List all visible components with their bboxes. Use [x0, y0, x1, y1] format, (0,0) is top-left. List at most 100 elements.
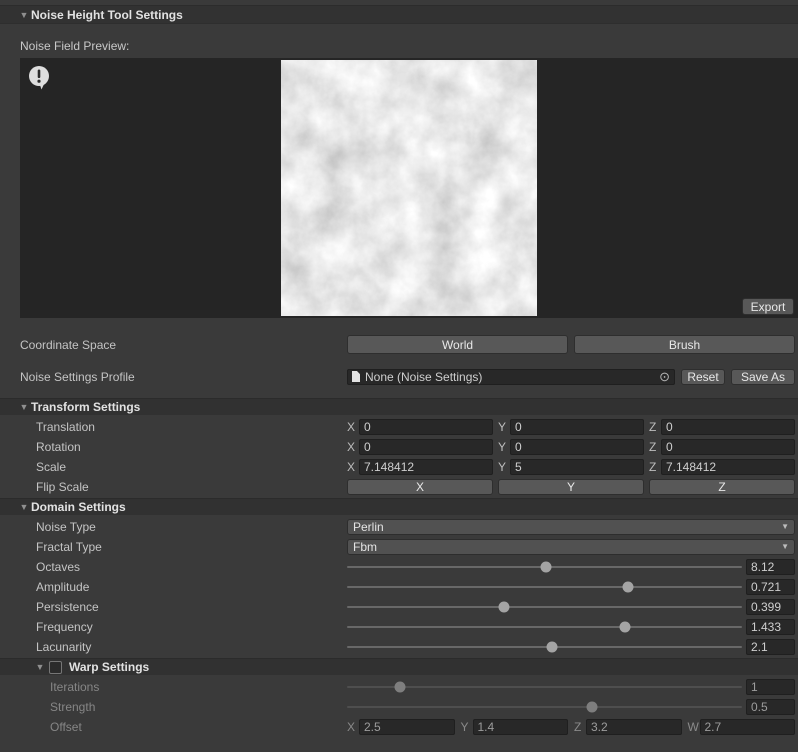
z-axis-prefix: Z [649, 420, 661, 434]
warp-settings-header: Warp Settings [69, 660, 149, 674]
rotation-x-field[interactable]: 0 [359, 439, 493, 455]
octaves-value-field[interactable]: 8.12 [746, 559, 795, 575]
domain-settings-header: Domain Settings [31, 500, 126, 514]
panel-header-foldout[interactable]: ▼ Noise Height Tool Settings [0, 5, 798, 24]
lacunarity-value-field[interactable]: 2.1 [746, 639, 795, 655]
object-field-value: None (Noise Settings) [365, 370, 482, 384]
persistence-label: Persistence [0, 600, 347, 614]
fractal-type-label: Fractal Type [0, 540, 347, 554]
slider-knob[interactable] [547, 642, 558, 653]
rotation-label: Rotation [0, 440, 347, 454]
x-axis-prefix: X [347, 460, 359, 474]
panel-title: Noise Height Tool Settings [31, 8, 183, 22]
transform-settings-foldout[interactable]: ▼ Transform Settings [0, 398, 798, 415]
object-picker-icon[interactable]: ⊙ [659, 370, 670, 383]
coordinate-space-world-button[interactable]: World [347, 335, 568, 354]
noise-settings-object-field[interactable]: None (Noise Settings) ⊙ [347, 369, 675, 385]
amplitude-row: Amplitude 0.721 [0, 578, 795, 595]
noise-type-row: Noise Type Perlin ▼ [0, 518, 795, 535]
octaves-row: Octaves 8.12 [0, 558, 795, 575]
warp-settings-checkbox[interactable] [49, 661, 62, 674]
translation-x-field[interactable]: 0 [359, 419, 493, 435]
x-axis-prefix: X [347, 420, 359, 434]
octaves-label: Octaves [0, 560, 347, 574]
fractal-type-dropdown[interactable]: Fbm ▼ [347, 539, 795, 555]
flip-scale-z-button[interactable]: Z [649, 479, 795, 495]
slider-track[interactable] [347, 646, 742, 648]
offset-z-field: 3.2 [586, 719, 682, 735]
fractal-type-row: Fractal Type Fbm ▼ [0, 538, 795, 555]
rotation-row: Rotation X0 Y0 Z0 [0, 438, 795, 455]
scale-label: Scale [0, 460, 347, 474]
export-button[interactable]: Export [742, 298, 794, 315]
domain-settings-foldout[interactable]: ▼ Domain Settings [0, 498, 798, 515]
flip-scale-y-button[interactable]: Y [498, 479, 644, 495]
slider-knob[interactable] [541, 562, 552, 573]
foldout-triangle-icon[interactable]: ▼ [17, 402, 31, 412]
w-axis-prefix: W [688, 720, 700, 734]
octaves-slider[interactable] [347, 558, 742, 575]
scale-y-field[interactable]: 5 [510, 459, 644, 475]
persistence-row: Persistence 0.399 [0, 598, 795, 615]
z-axis-prefix: Z [574, 720, 586, 734]
dropdown-arrow-icon: ▼ [781, 542, 789, 551]
scale-row: Scale X7.148412 Y5 Z7.148412 [0, 458, 795, 475]
offset-w-field: 2.7 [700, 719, 796, 735]
preview-label: Noise Field Preview: [20, 39, 798, 53]
offset-label: Offset [0, 720, 347, 734]
rotation-y-field[interactable]: 0 [510, 439, 644, 455]
amplitude-value-field[interactable]: 0.721 [746, 579, 795, 595]
persistence-value-field[interactable]: 0.399 [746, 599, 795, 615]
transform-settings-header: Transform Settings [31, 400, 140, 414]
translation-z-field[interactable]: 0 [661, 419, 795, 435]
slider-track[interactable] [347, 626, 742, 628]
translation-y-field[interactable]: 0 [510, 419, 644, 435]
slider-knob[interactable] [623, 582, 634, 593]
persistence-slider[interactable] [347, 598, 742, 615]
fractal-type-value: Fbm [353, 540, 377, 554]
foldout-triangle-icon[interactable]: ▼ [17, 502, 31, 512]
noise-type-value: Perlin [353, 520, 384, 534]
y-axis-prefix: Y [498, 420, 510, 434]
translation-row: Translation X0 Y0 Z0 [0, 418, 795, 435]
noise-type-dropdown[interactable]: Perlin ▼ [347, 519, 795, 535]
offset-y-field: 1.4 [473, 719, 569, 735]
y-axis-prefix: Y [498, 440, 510, 454]
rotation-z-field[interactable]: 0 [661, 439, 795, 455]
frequency-slider[interactable] [347, 618, 742, 635]
dropdown-arrow-icon: ▼ [781, 522, 789, 531]
frequency-row: Frequency 1.433 [0, 618, 795, 635]
amplitude-label: Amplitude [0, 580, 347, 594]
flip-scale-label: Flip Scale [0, 480, 347, 494]
coordinate-space-brush-button[interactable]: Brush [574, 335, 795, 354]
noise-preview-image [281, 60, 537, 316]
noise-settings-profile-row: Noise Settings Profile None (Noise Setti… [0, 368, 795, 385]
iterations-label: Iterations [0, 680, 347, 694]
y-axis-prefix: Y [498, 460, 510, 474]
save-as-button[interactable]: Save As [731, 369, 795, 385]
z-axis-prefix: Z [649, 440, 661, 454]
slider-knob[interactable] [620, 622, 631, 633]
strength-slider [347, 698, 742, 715]
z-axis-prefix: Z [649, 460, 661, 474]
slider-track[interactable] [347, 586, 742, 588]
flip-scale-x-button[interactable]: X [347, 479, 493, 495]
reset-button[interactable]: Reset [681, 369, 725, 385]
slider-track [347, 686, 742, 688]
frequency-value-field[interactable]: 1.433 [746, 619, 795, 635]
foldout-triangle-icon[interactable]: ▼ [17, 10, 31, 20]
scale-x-field[interactable]: 7.148412 [359, 459, 493, 475]
warp-settings-foldout[interactable]: ▼ Warp Settings [0, 658, 798, 675]
foldout-triangle-icon[interactable]: ▼ [33, 662, 47, 672]
noise-type-label: Noise Type [0, 520, 347, 534]
coordinate-space-row: Coordinate Space World Brush [0, 335, 795, 354]
slider-knob[interactable] [499, 602, 510, 613]
offset-x-field: 2.5 [359, 719, 455, 735]
amplitude-slider[interactable] [347, 578, 742, 595]
warp-settings-body: Iterations 1 Strength 0.5 Offset [0, 678, 798, 735]
slider-track[interactable] [347, 606, 742, 608]
lacunarity-slider[interactable] [347, 638, 742, 655]
slider-knob [586, 702, 597, 713]
strength-row: Strength 0.5 [0, 698, 795, 715]
scale-z-field[interactable]: 7.148412 [661, 459, 795, 475]
